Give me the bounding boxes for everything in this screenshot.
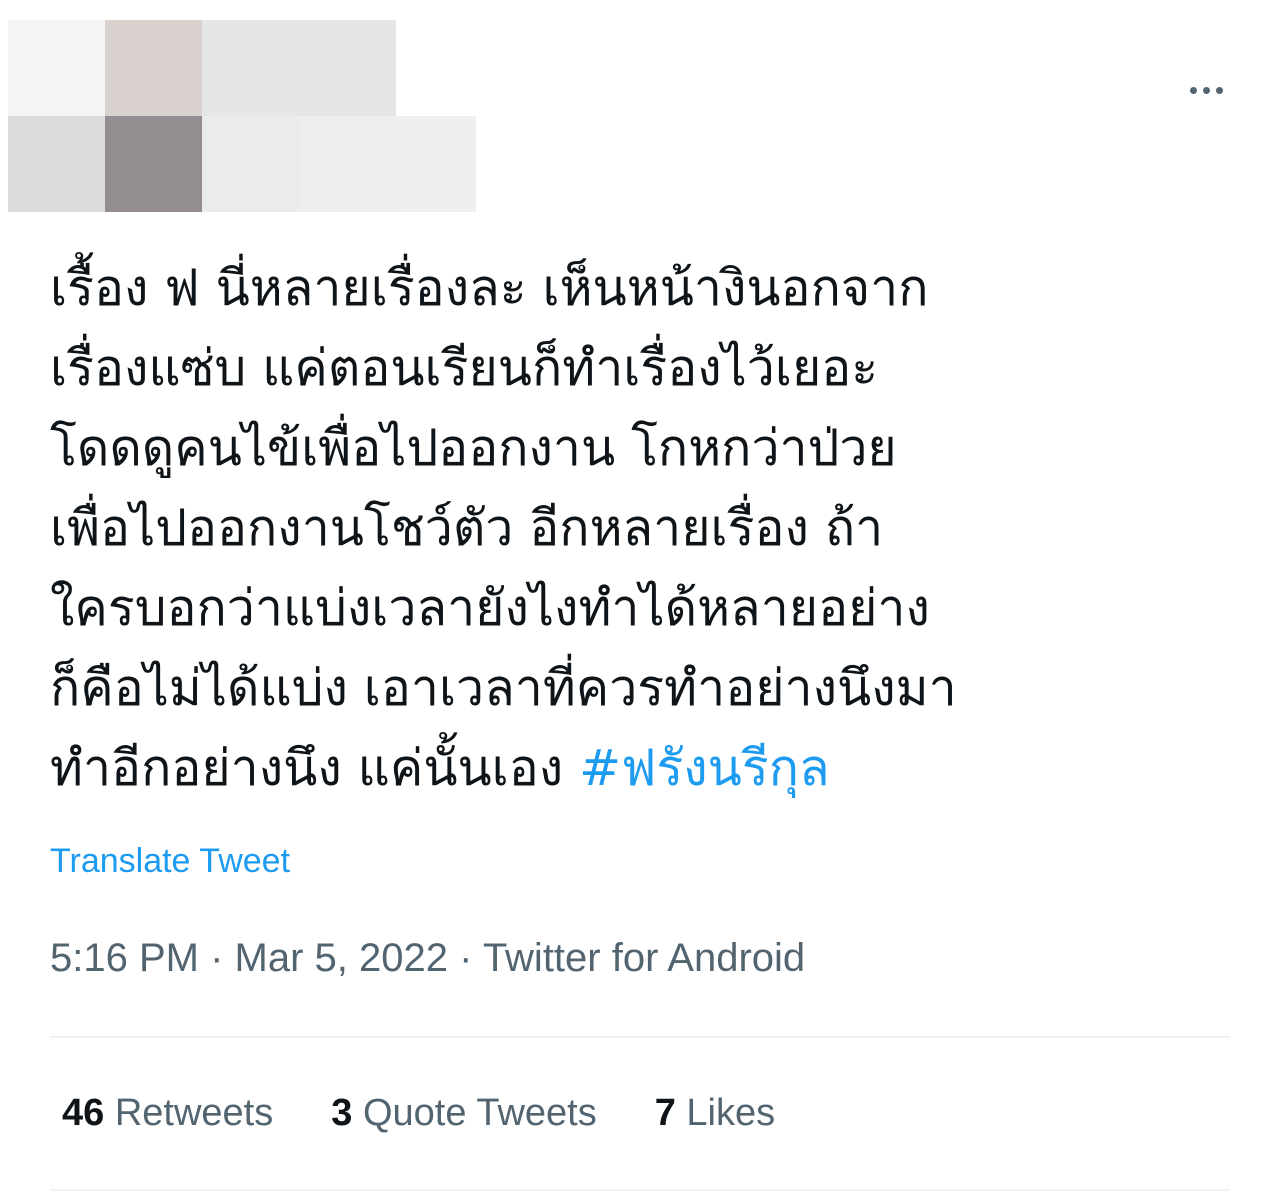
tweet-text-line: เรื้อง ฟ นี่หลายเรื่องละ เห็นหน้างินอกจา… — [50, 259, 929, 317]
likes-label: Likes — [675, 1092, 776, 1134]
pixel-tile — [299, 116, 396, 212]
tweet-text-line: ใครบอกว่าแบ่งเวลายังไงทำได้หลายอย่าง — [50, 579, 930, 637]
divider — [50, 1036, 1230, 1038]
more-options-button[interactable] — [1176, 72, 1236, 108]
tweet-text-segment: ทำอีกอย่างนึง แค่นั้นเอง — [50, 739, 580, 797]
likes-stat[interactable]: 7 Likes — [655, 1092, 775, 1135]
retweets-label: Retweets — [104, 1092, 274, 1134]
pixel-tile — [396, 116, 476, 212]
translate-tweet-link[interactable]: Translate Tweet — [50, 842, 290, 881]
pixel-tile — [8, 116, 105, 212]
tweet-text-line: เรื่องแซ่บ แค่ตอนเรียนก็ทำเรื่องไว้เยอะ — [50, 339, 879, 397]
retweets-count: 46 — [62, 1092, 105, 1134]
tweet-text-line: ก็คือไม่ได้แบ่ง เอาเวลาที่ควรทำอย่างนึงม… — [50, 659, 957, 717]
meta-separator: · — [447, 936, 483, 980]
more-horizontal-icon — [1215, 86, 1223, 94]
more-horizontal-icon — [1202, 86, 1210, 94]
pixel-tile — [105, 116, 202, 212]
pixel-tile — [299, 20, 396, 116]
tweet-text-last-line: ทำอีกอย่างนึง แค่นั้นเอง #ฟรังนรีกุล — [50, 728, 1250, 808]
retweets-stat[interactable]: 46 Retweets — [62, 1092, 273, 1135]
tweet-source[interactable]: Twitter for Android — [483, 936, 805, 980]
hashtag-link[interactable]: #ฟรังนรีกุล — [579, 739, 830, 797]
divider — [50, 1189, 1230, 1191]
more-horizontal-icon — [1189, 86, 1197, 94]
pixel-tile — [202, 116, 299, 212]
tweet-metadata: 5:16 PM · Mar 5, 2022 · Twitter for Andr… — [50, 936, 805, 981]
tweet-text: เรื้อง ฟ นี่หลายเรื่องละ เห็นหน้างินอกจา… — [50, 248, 1250, 808]
quote-tweets-label: Quote Tweets — [352, 1092, 597, 1134]
tweet-date[interactable]: Mar 5, 2022 — [235, 936, 448, 980]
pixel-tile — [202, 20, 299, 116]
meta-separator: · — [198, 936, 235, 980]
pixel-tile — [8, 20, 105, 116]
tweet-text-line: เพื่อไปออกงานโชว์ตัว อีกหลายเรื่อง ถ้า — [50, 499, 884, 557]
pixel-tile — [105, 20, 202, 116]
quote-tweets-stat[interactable]: 3 Quote Tweets — [331, 1092, 596, 1135]
censored-author-header — [8, 20, 476, 212]
tweet-text-line: โดดดูคนไข้เพื่อไปออกงาน โกหกว่าป่วย — [50, 419, 897, 477]
likes-count: 7 — [654, 1092, 676, 1134]
quote-tweets-count: 3 — [331, 1092, 353, 1134]
engagement-stats: 46 Retweets 3 Quote Tweets 7 Likes — [62, 1092, 775, 1135]
tweet-time[interactable]: 5:16 PM — [50, 936, 199, 980]
